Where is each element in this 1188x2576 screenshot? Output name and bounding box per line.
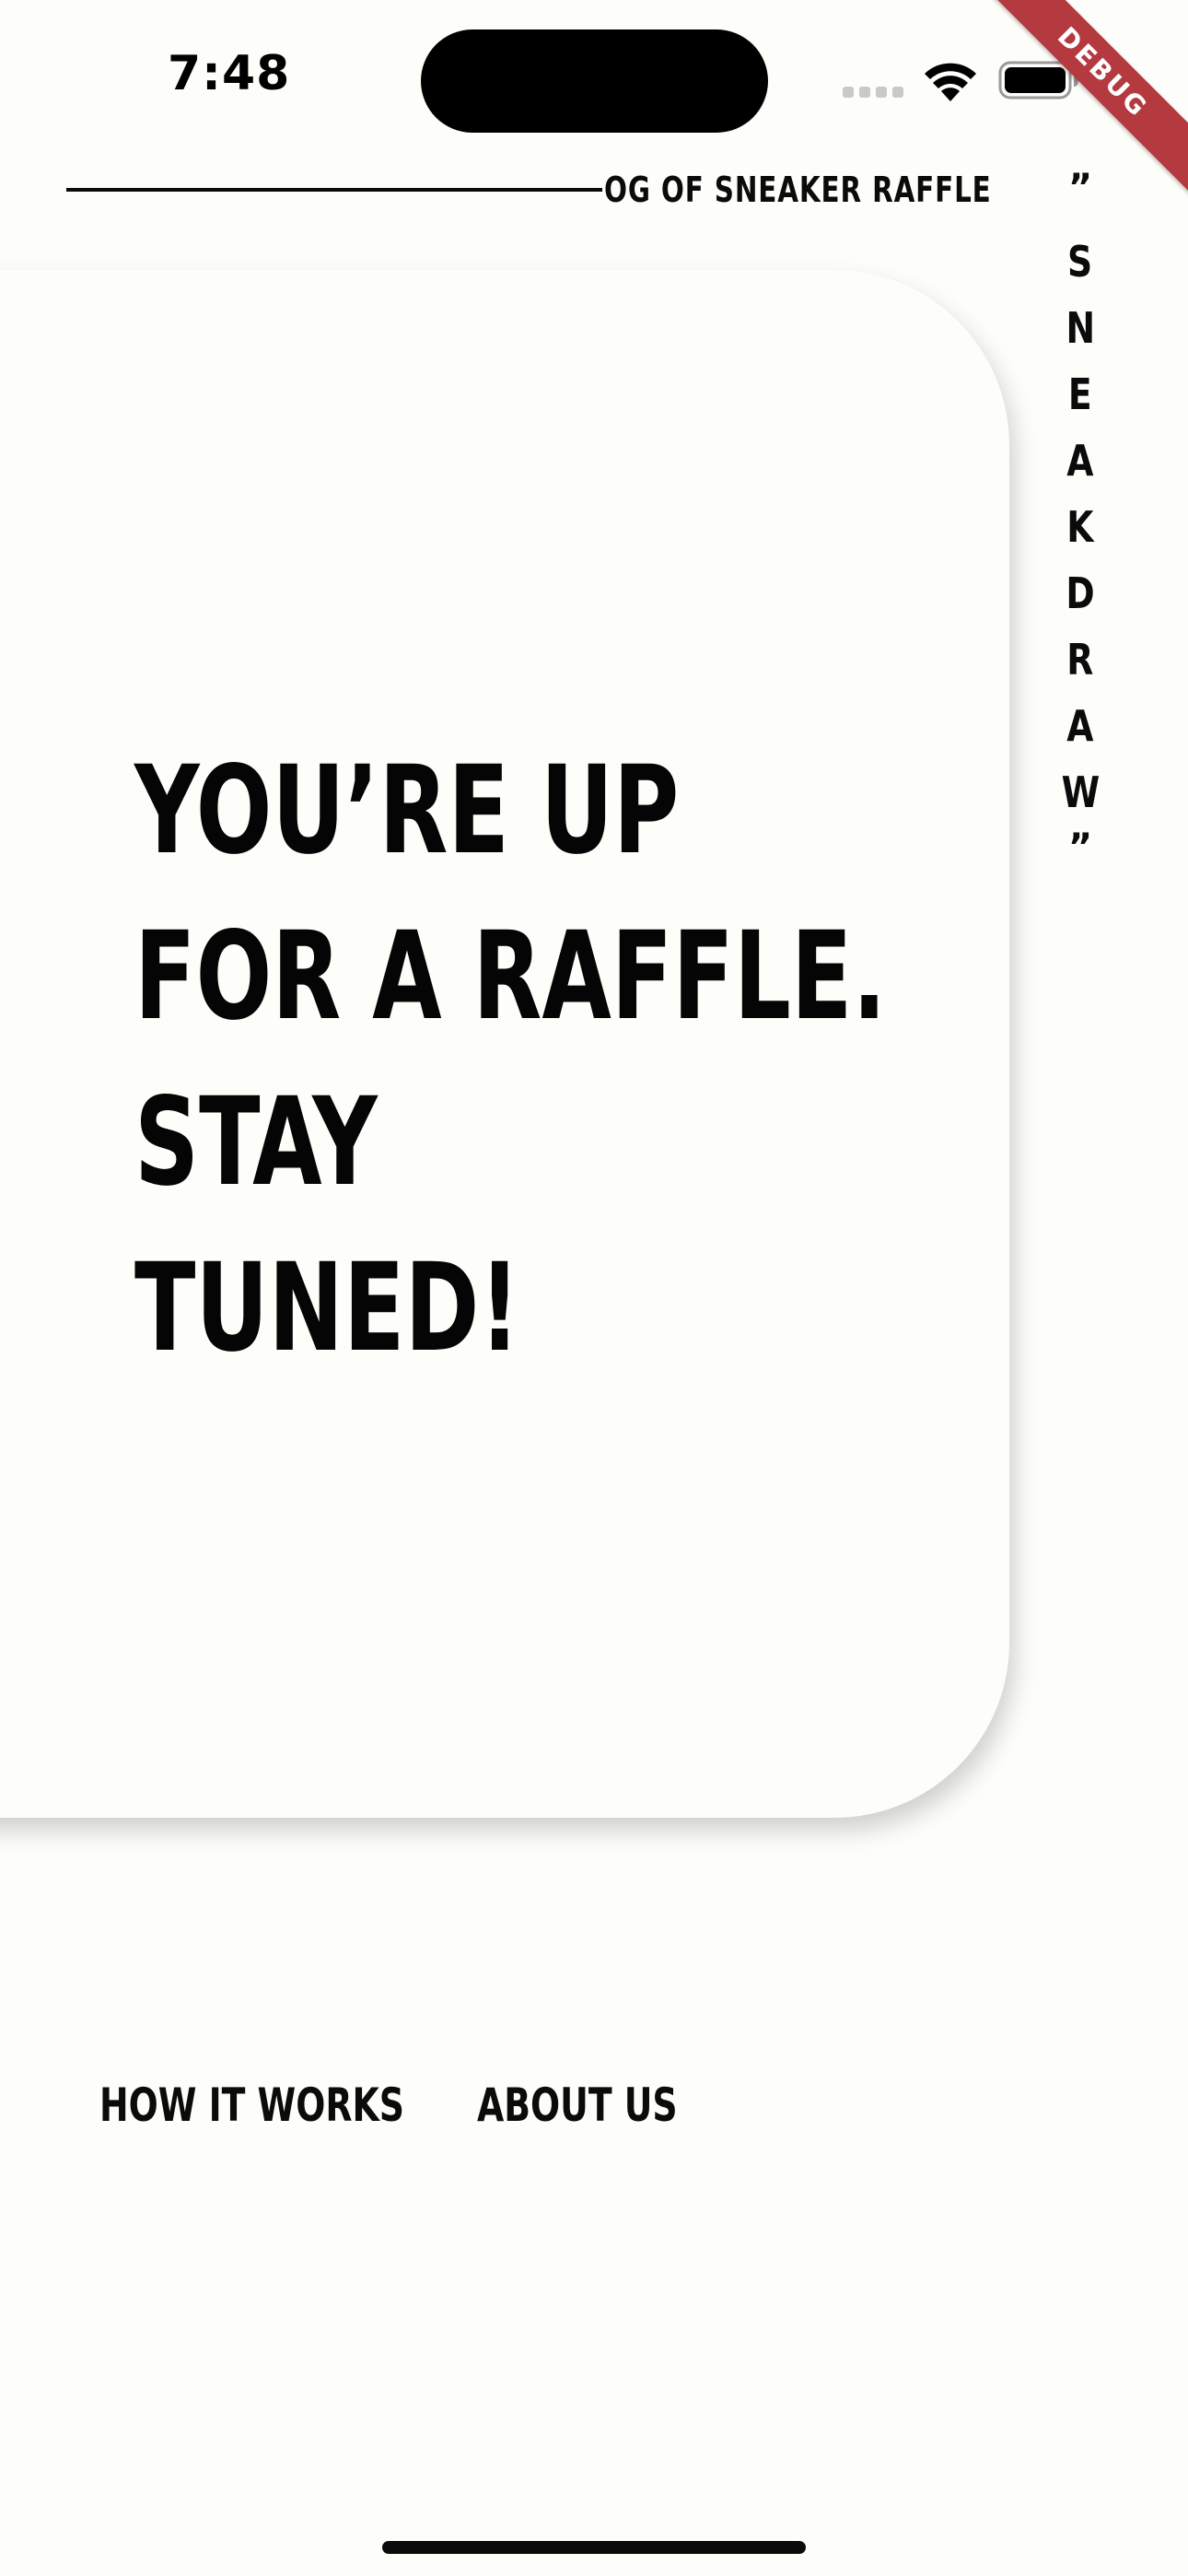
hero-line: TUNED!: [134, 1237, 520, 1379]
brand-open-quote: ”: [1067, 167, 1093, 209]
brand-letters: S N E A K D R A W: [1057, 228, 1104, 825]
how-it-works-link[interactable]: HOW IT WORKS: [99, 2078, 404, 2132]
header-rule: [66, 188, 602, 192]
about-us-link[interactable]: ABOUT US: [477, 2078, 678, 2132]
brand-close-quote: ”: [1067, 826, 1093, 869]
header-title: OG OF SNEAKER RAFFLE: [604, 170, 992, 210]
brand-letter: S: [1067, 237, 1093, 287]
brand-letter: A: [1066, 436, 1094, 486]
home-indicator[interactable]: [382, 2541, 806, 2554]
brand-letter: W: [1061, 767, 1100, 817]
hero-message: YOU’RE UP FOR A RAFFLE. STAY TUNED!: [134, 728, 963, 1391]
brand-letter: K: [1066, 502, 1094, 552]
cell-signal-icon: [843, 87, 905, 98]
brand-letter: R: [1066, 635, 1094, 685]
footer-nav: HOW IT WORKS ABOUT US: [99, 2078, 679, 2132]
dynamic-island: [421, 29, 768, 133]
hero-line: FOR A RAFFLE.: [134, 906, 887, 1048]
vertical-brand-name: ” S N E A K D R A W ”: [1057, 168, 1103, 868]
brand-letter: E: [1068, 369, 1092, 419]
status-time: 7:48: [168, 46, 291, 101]
hero-line: STAY: [134, 1071, 378, 1213]
brand-letter: A: [1066, 701, 1094, 751]
hero-line: YOU’RE UP: [134, 740, 680, 882]
brand-letter: D: [1066, 568, 1095, 618]
brand-letter: N: [1066, 303, 1095, 353]
wifi-icon: [925, 63, 976, 101]
